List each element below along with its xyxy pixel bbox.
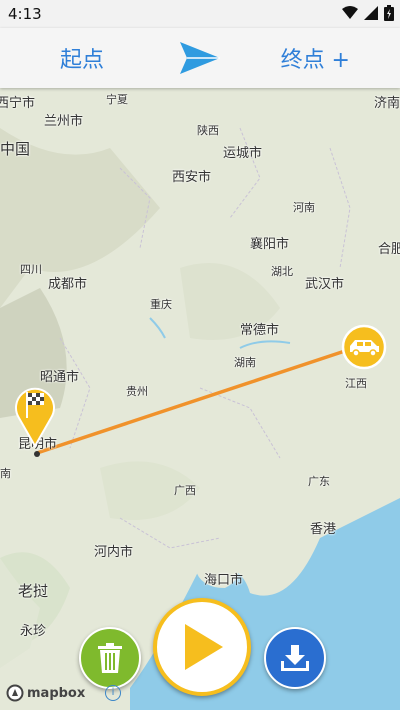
map-label-chengdu: 成都市	[48, 277, 88, 292]
map-label-henan: 河南	[293, 201, 315, 214]
mapbox-logo[interactable]: mapbox	[6, 684, 85, 702]
map-label-laos: 老挝	[18, 582, 49, 600]
status-icons	[342, 5, 394, 21]
route-toolbar: 起点 终点 +	[0, 28, 400, 88]
car-icon[interactable]	[339, 324, 389, 370]
map-label-china: 中国	[0, 140, 31, 158]
map-label-wuhan: 武汉市	[305, 277, 345, 292]
map-label-chongqing: 重庆	[150, 298, 172, 311]
battery-icon	[384, 5, 394, 21]
map-label-xian: 西安市	[172, 170, 212, 185]
map-label-changde: 常德市	[240, 323, 280, 338]
delete-route-button[interactable]	[79, 627, 141, 689]
download-icon	[281, 645, 309, 671]
map-label-shaanxi: 陕西	[197, 124, 219, 137]
status-time: 4:13	[8, 5, 42, 23]
map-label-south: 南	[0, 467, 11, 480]
map-label-hanoi: 河内市	[94, 545, 134, 560]
map-label-yuncheng: 运城市	[223, 146, 263, 161]
start-navigation-button[interactable]	[153, 598, 251, 696]
map-label-yongzhen: 永珍	[20, 624, 47, 639]
send-icon[interactable]	[178, 40, 222, 76]
mapbox-attribution: mapbox	[27, 685, 86, 701]
end-point-button[interactable]: 终点 +	[281, 42, 350, 74]
map-label-hefei: 合肥	[378, 242, 400, 257]
map-label-sichuan: 四川	[20, 263, 42, 276]
start-point-button[interactable]: 起点	[60, 42, 104, 74]
map-label-ningxia: 宁夏	[106, 93, 128, 106]
play-icon	[185, 624, 223, 670]
wifi-icon	[342, 6, 358, 19]
map-label-xiangyang: 襄阳市	[250, 237, 290, 252]
map-label-guangxi: 广西	[174, 484, 196, 497]
map-label-hunan: 湖南	[234, 356, 256, 369]
signal-icon	[364, 6, 378, 20]
status-bar: 4:13	[0, 0, 400, 28]
map-label-hubei: 湖北	[271, 265, 293, 278]
map-label-hongkong: 香港	[310, 522, 337, 537]
trash-icon	[98, 643, 122, 673]
map-label-guangdong: 广东	[308, 475, 330, 488]
checkered-flag-icon[interactable]	[11, 378, 59, 448]
info-icon[interactable]: i	[105, 685, 121, 701]
download-map-button[interactable]	[264, 627, 326, 689]
mapbox-logo-icon	[6, 684, 24, 702]
map-label-guizhou: 贵州	[126, 385, 148, 398]
map-label-lanzhou: 兰州市	[44, 114, 84, 129]
map-label-jinan: 济南	[374, 96, 400, 111]
map-label-haikou: 海口市	[204, 573, 244, 588]
map-label-xining: 西宁市	[0, 96, 36, 111]
map-label-jiangxi: 江西	[345, 377, 367, 390]
